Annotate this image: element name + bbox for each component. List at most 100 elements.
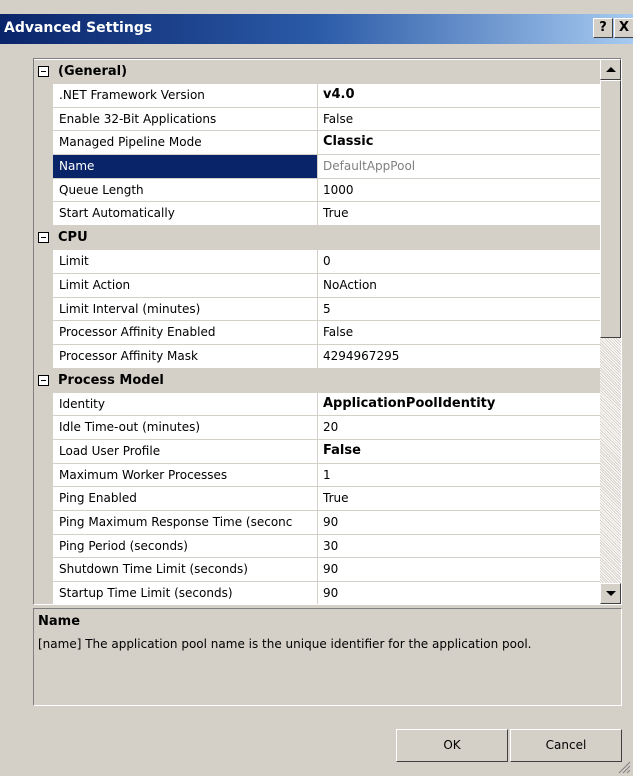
row-gutter (34, 273, 53, 298)
arrow-down-icon (606, 591, 616, 596)
help-button[interactable]: ? (593, 18, 613, 38)
description-text: [name] The application pool name is the … (38, 637, 532, 651)
property-row[interactable]: Ping Enabled True (34, 487, 600, 511)
category-label: CPU (58, 230, 88, 246)
row-gutter (34, 487, 53, 511)
category-label: Process Model (58, 372, 164, 388)
property-row[interactable]: .NET Framework Version v4.0 (34, 84, 600, 108)
property-row[interactable]: Processor Affinity Enabled False (34, 321, 600, 345)
property-row[interactable]: Limit 0 (34, 250, 600, 274)
scroll-up-button[interactable] (600, 59, 621, 80)
property-name[interactable]: Limit Interval (minutes) (53, 297, 318, 322)
property-name[interactable]: Managed Pipeline Mode (53, 131, 318, 156)
row-gutter (34, 463, 53, 488)
property-name[interactable]: Name (53, 155, 318, 179)
collapse-toggle-icon[interactable] (38, 232, 49, 244)
property-value[interactable]: False (318, 440, 600, 464)
property-value[interactable]: False (318, 108, 600, 132)
property-row[interactable]: Ping Maximum Response Time (seconc 90 (34, 511, 600, 535)
category-row[interactable]: (General) (34, 60, 600, 84)
property-name[interactable]: Load User Profile (53, 439, 318, 464)
property-row[interactable]: Maximum Worker Processes 1 (34, 463, 600, 488)
property-rows: (General) .NET Framework Version v4.0 Enabl… (34, 60, 600, 604)
row-gutter (34, 107, 53, 132)
property-value[interactable]: NoAction (318, 274, 600, 298)
ok-button[interactable]: OK (396, 729, 508, 762)
property-value[interactable]: v4.0 (318, 84, 600, 108)
row-gutter (34, 558, 53, 583)
property-name[interactable]: Ping Enabled (53, 487, 318, 511)
property-row[interactable]: Managed Pipeline Mode Classic (34, 131, 600, 156)
property-name[interactable]: Processor Affinity Enabled (53, 321, 318, 345)
row-gutter (34, 534, 53, 559)
property-name[interactable]: Identity (53, 392, 318, 417)
property-value[interactable]: 4294967295 (318, 345, 600, 369)
property-name[interactable]: Queue Length (53, 178, 318, 203)
collapse-toggle-icon[interactable] (38, 374, 49, 386)
cancel-button[interactable]: Cancel (510, 729, 622, 762)
category-label: (General) (58, 64, 128, 79)
property-name[interactable]: Maximum Worker Processes (53, 463, 318, 488)
property-row[interactable]: Limit Action NoAction (34, 273, 600, 298)
property-name[interactable]: Limit Action (53, 273, 318, 298)
property-name[interactable]: Ping Period (seconds) (53, 534, 318, 559)
title-bar[interactable]: Advanced Settings ? X (0, 14, 633, 44)
property-value[interactable]: False (318, 321, 600, 345)
arrow-up-icon (606, 67, 616, 72)
property-row[interactable]: Limit Interval (minutes) 5 (34, 297, 600, 322)
row-gutter (34, 202, 53, 227)
resize-grip-icon[interactable] (615, 758, 631, 774)
property-row[interactable]: Shutdown Time Limit (seconds) 90 (34, 558, 600, 583)
property-value[interactable]: 90 (318, 558, 600, 583)
category-row[interactable]: Process Model (34, 368, 600, 393)
property-row[interactable]: Enable 32-Bit Applications False (34, 107, 600, 132)
scroll-track[interactable] (600, 338, 621, 583)
property-row[interactable]: Ping Period (seconds) 30 (34, 534, 600, 559)
property-value[interactable]: 30 (318, 535, 600, 559)
property-value[interactable]: 1 (318, 464, 600, 488)
row-gutter (34, 131, 53, 156)
property-name[interactable]: Start Automatically (53, 202, 318, 227)
property-grid[interactable]: (General) .NET Framework Version v4.0 Enabl… (33, 58, 622, 605)
row-gutter (34, 439, 53, 464)
property-value[interactable]: 90 (318, 582, 600, 604)
scroll-thumb[interactable] (600, 80, 621, 338)
property-name[interactable]: .NET Framework Version (53, 84, 318, 108)
vertical-scrollbar[interactable] (600, 59, 621, 604)
property-row[interactable]: Identity ApplicationPoolIdentity (34, 392, 600, 417)
property-name[interactable]: Startup Time Limit (seconds) (53, 582, 318, 604)
row-gutter (34, 582, 53, 604)
property-value[interactable]: 0 (318, 250, 600, 274)
scroll-down-button[interactable] (600, 583, 621, 604)
property-value[interactable]: 90 (318, 511, 600, 535)
property-value[interactable]: ApplicationPoolIdentity (318, 393, 600, 417)
row-gutter (34, 321, 53, 345)
row-gutter (34, 511, 53, 535)
property-name[interactable]: Idle Time-out (minutes) (53, 416, 318, 440)
property-value[interactable]: 20 (318, 416, 600, 440)
category-row[interactable]: CPU (34, 226, 600, 251)
property-value[interactable]: 1000 (318, 179, 600, 203)
property-value[interactable]: Classic (318, 131, 600, 156)
property-row[interactable]: Startup Time Limit (seconds) 90 (34, 582, 600, 604)
property-value[interactable]: True (318, 487, 600, 511)
close-button[interactable]: X (614, 18, 633, 38)
property-row[interactable]: Queue Length 1000 (34, 178, 600, 203)
advanced-settings-dialog: Advanced Settings ? X (General) .NET Fram… (0, 0, 633, 776)
property-value[interactable]: DefaultAppPool (318, 155, 600, 179)
row-gutter (34, 84, 53, 108)
collapse-toggle-icon[interactable] (38, 66, 49, 77)
property-row[interactable]: Start Automatically True (34, 202, 600, 227)
property-name[interactable]: Shutdown Time Limit (seconds) (53, 558, 318, 583)
property-row[interactable]: Idle Time-out (minutes) 20 (34, 416, 600, 440)
property-row[interactable]: Name DefaultAppPool (34, 155, 600, 179)
property-value[interactable]: 5 (318, 298, 600, 322)
row-gutter (34, 178, 53, 203)
property-name[interactable]: Enable 32-Bit Applications (53, 107, 318, 132)
property-name[interactable]: Processor Affinity Mask (53, 344, 318, 369)
property-value[interactable]: True (318, 202, 600, 227)
property-row[interactable]: Processor Affinity Mask 4294967295 (34, 344, 600, 369)
property-name[interactable]: Limit (53, 250, 318, 274)
property-row[interactable]: Load User Profile False (34, 439, 600, 464)
property-name[interactable]: Ping Maximum Response Time (seconc (53, 511, 318, 535)
